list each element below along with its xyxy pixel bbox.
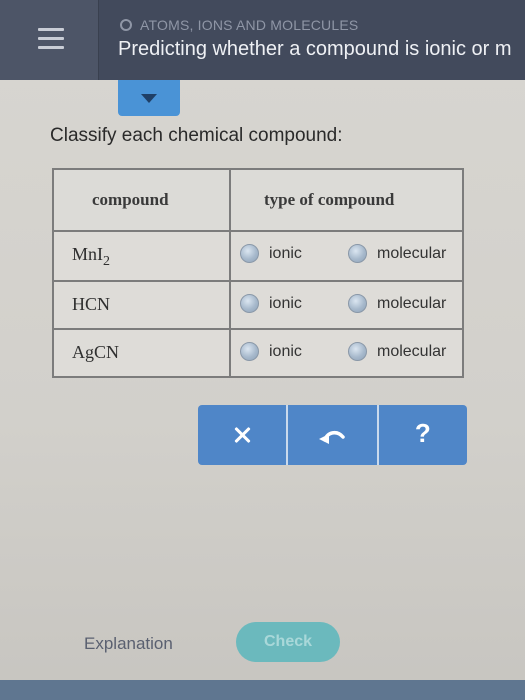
menu-icon [38, 28, 64, 31]
menu-icon-line [38, 37, 64, 40]
menu-button[interactable] [0, 0, 99, 80]
radio-label: ionic [269, 294, 302, 312]
column-divider [229, 170, 231, 376]
radio-molecular-agcn[interactable]: molecular [348, 342, 446, 361]
column-header-type: type of compound [264, 190, 395, 209]
help-icon: ? [414, 417, 431, 448]
explanation-button[interactable]: Explanation [84, 634, 173, 654]
radio-label: ionic [269, 342, 302, 360]
menu-icon-line [38, 46, 64, 49]
topic-circle-icon [120, 19, 132, 31]
expand-toggle-button[interactable] [118, 80, 180, 116]
topic-row: ATOMS, IONS AND MOLECULES [120, 16, 358, 34]
topic-label: ATOMS, IONS AND MOLECULES [140, 17, 359, 33]
clear-button[interactable] [198, 405, 286, 465]
table-row: HCN ionic molecular [54, 282, 462, 330]
compound-formula: MnI2 [72, 244, 110, 269]
action-toolbar: ? [198, 405, 467, 465]
help-button[interactable]: ? [376, 405, 467, 465]
table-row: AgCN ionic molecular [54, 330, 462, 376]
compound-formula: AgCN [72, 342, 120, 362]
classification-table: compound type of compound MnI2 ionic mol… [52, 168, 464, 378]
radio-molecular-hcn[interactable]: molecular [348, 294, 446, 313]
question-prompt: Classify each chemical compound: [50, 125, 343, 146]
header: ATOMS, IONS AND MOLECULES Predicting whe… [0, 0, 525, 80]
radio-button[interactable] [348, 294, 367, 313]
radio-ionic-agcn[interactable]: ionic [240, 342, 302, 361]
column-header-compound: compound [92, 190, 169, 209]
bottom-bar [0, 680, 525, 700]
radio-ionic-hcn[interactable]: ionic [240, 294, 302, 313]
table-header: compound type of compound [54, 170, 462, 232]
screen: ATOMS, IONS AND MOLECULES Predicting whe… [0, 0, 525, 700]
page-title: Predicting whether a compound is ionic o… [118, 38, 512, 60]
radio-label: ionic [269, 244, 302, 262]
chevron-down-icon [141, 94, 157, 103]
close-icon [232, 425, 252, 445]
radio-button[interactable] [240, 294, 259, 313]
radio-label: molecular [377, 244, 447, 262]
compound-formula: HCN [72, 294, 111, 314]
radio-button[interactable] [348, 244, 367, 263]
undo-icon [319, 431, 346, 444]
radio-ionic-mni2[interactable]: ionic [240, 244, 302, 263]
undo-button[interactable] [286, 405, 376, 465]
table-row: MnI2 ionic molecular [54, 232, 462, 280]
radio-button[interactable] [240, 342, 259, 361]
check-button[interactable]: Check [236, 622, 340, 662]
radio-label: molecular [377, 342, 447, 360]
radio-button[interactable] [240, 244, 259, 263]
radio-button[interactable] [348, 342, 367, 361]
radio-molecular-mni2[interactable]: molecular [348, 244, 446, 263]
radio-label: molecular [377, 294, 447, 312]
